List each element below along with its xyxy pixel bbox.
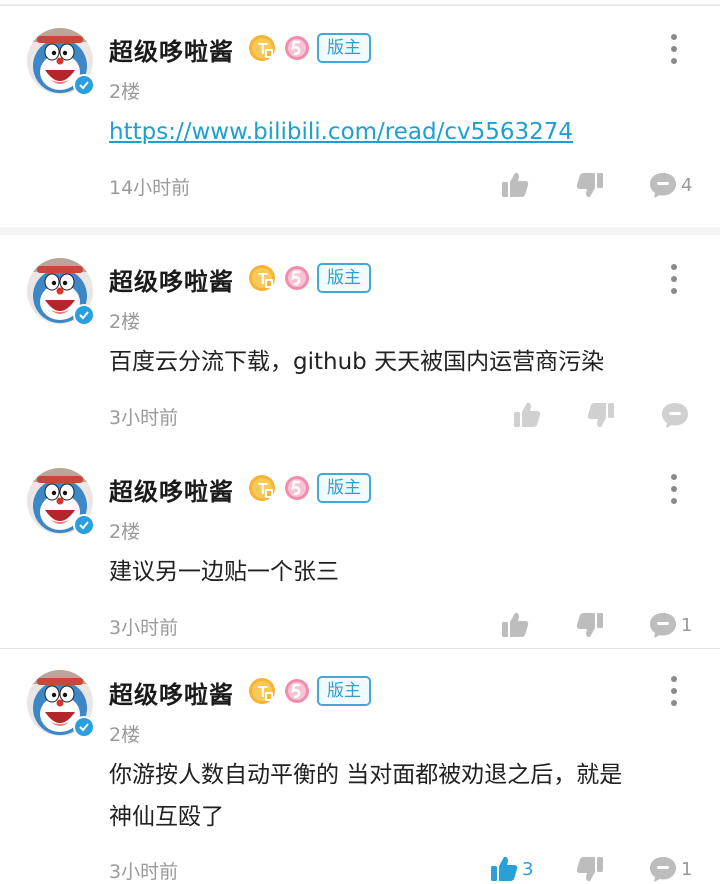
like-count: 3: [522, 858, 534, 880]
like-button[interactable]: 3: [489, 854, 533, 884]
like-button[interactable]: [500, 170, 530, 200]
reply-count: 1: [681, 614, 693, 636]
comment-text: https://www.bilibili.com/read/cv5563274: [109, 112, 573, 152]
comment-link[interactable]: https://www.bilibili.com/read/cv5563274: [109, 119, 573, 145]
username[interactable]: 超级哆啦酱: [109, 675, 234, 710]
thumb-down-icon: [575, 170, 605, 200]
dislike-button[interactable]: [575, 610, 605, 640]
fan-medal-icon: [284, 678, 310, 704]
avatar[interactable]: [27, 670, 95, 738]
moderator-tag: 版主: [317, 33, 371, 63]
timestamp: 14小时前: [109, 177, 191, 199]
moderator-tag: 版主: [317, 263, 371, 293]
level-badge-icon: [248, 474, 276, 502]
level-badge-icon: [248, 264, 276, 292]
reply-button[interactable]: 1: [648, 610, 692, 640]
row-divider: [0, 648, 720, 649]
fan-medal-icon: [284, 475, 310, 501]
dislike-button[interactable]: [575, 170, 605, 200]
verified-check-icon: [73, 716, 95, 738]
thumb-up-icon: [500, 170, 530, 200]
floor-label: 2楼: [109, 81, 141, 103]
floor-label: 2楼: [109, 311, 141, 333]
more-vertical-icon[interactable]: [668, 34, 680, 64]
comment-text: 百度云分流下载，github 天天被国内运营商污染: [109, 349, 605, 375]
comment-text-line-1: 你游按人数自动平衡的 当对面都被劝退之后，就是: [109, 762, 623, 788]
reply-bubble-icon: [648, 610, 678, 640]
reply-button[interactable]: 1: [648, 854, 692, 884]
avatar[interactable]: [27, 28, 95, 96]
moderator-tag: 版主: [317, 676, 371, 706]
avatar[interactable]: [27, 468, 95, 536]
section-separator: [0, 227, 720, 235]
thumb-up-icon: [489, 854, 519, 884]
more-vertical-icon[interactable]: [668, 264, 680, 294]
avatar[interactable]: [27, 258, 95, 326]
fan-medal-icon: [284, 265, 310, 291]
fan-medal-icon: [284, 35, 310, 61]
floor-label: 2楼: [109, 521, 141, 543]
timestamp: 3小时前: [109, 407, 179, 429]
level-badge-icon: [248, 677, 276, 705]
dislike-button[interactable]: [586, 400, 616, 430]
more-vertical-icon[interactable]: [668, 474, 680, 504]
thumb-up-icon: [512, 400, 542, 430]
dislike-button[interactable]: [575, 854, 605, 884]
moderator-tag: 版主: [317, 473, 371, 503]
verified-check-icon: [73, 74, 95, 96]
timestamp: 3小时前: [109, 861, 179, 883]
reply-bubble-icon: [648, 854, 678, 884]
comment-text: 建议另一边贴一个张三: [109, 559, 339, 585]
more-vertical-icon[interactable]: [668, 676, 680, 706]
verified-check-icon: [73, 514, 95, 536]
reply-bubble-icon: [648, 170, 678, 200]
comment-text-line-2: 神仙互殴了: [109, 804, 224, 830]
like-button[interactable]: [512, 400, 542, 430]
like-button[interactable]: [500, 610, 530, 640]
username[interactable]: 超级哆啦酱: [109, 472, 234, 507]
floor-label: 2楼: [109, 724, 141, 746]
timestamp: 3小时前: [109, 617, 179, 639]
reply-count: 4: [681, 174, 693, 196]
username[interactable]: 超级哆啦酱: [109, 262, 234, 297]
thumb-down-icon: [575, 854, 605, 884]
username[interactable]: 超级哆啦酱: [109, 32, 234, 67]
thumb-down-icon: [586, 400, 616, 430]
level-badge-icon: [248, 34, 276, 62]
thumb-up-icon: [500, 610, 530, 640]
reply-button[interactable]: 4: [648, 170, 692, 200]
reply-count: 1: [681, 858, 693, 880]
top-divider: [0, 4, 720, 6]
thumb-down-icon: [575, 610, 605, 640]
reply-bubble-icon: [660, 400, 690, 430]
reply-button[interactable]: [660, 400, 690, 430]
verified-check-icon: [73, 304, 95, 326]
